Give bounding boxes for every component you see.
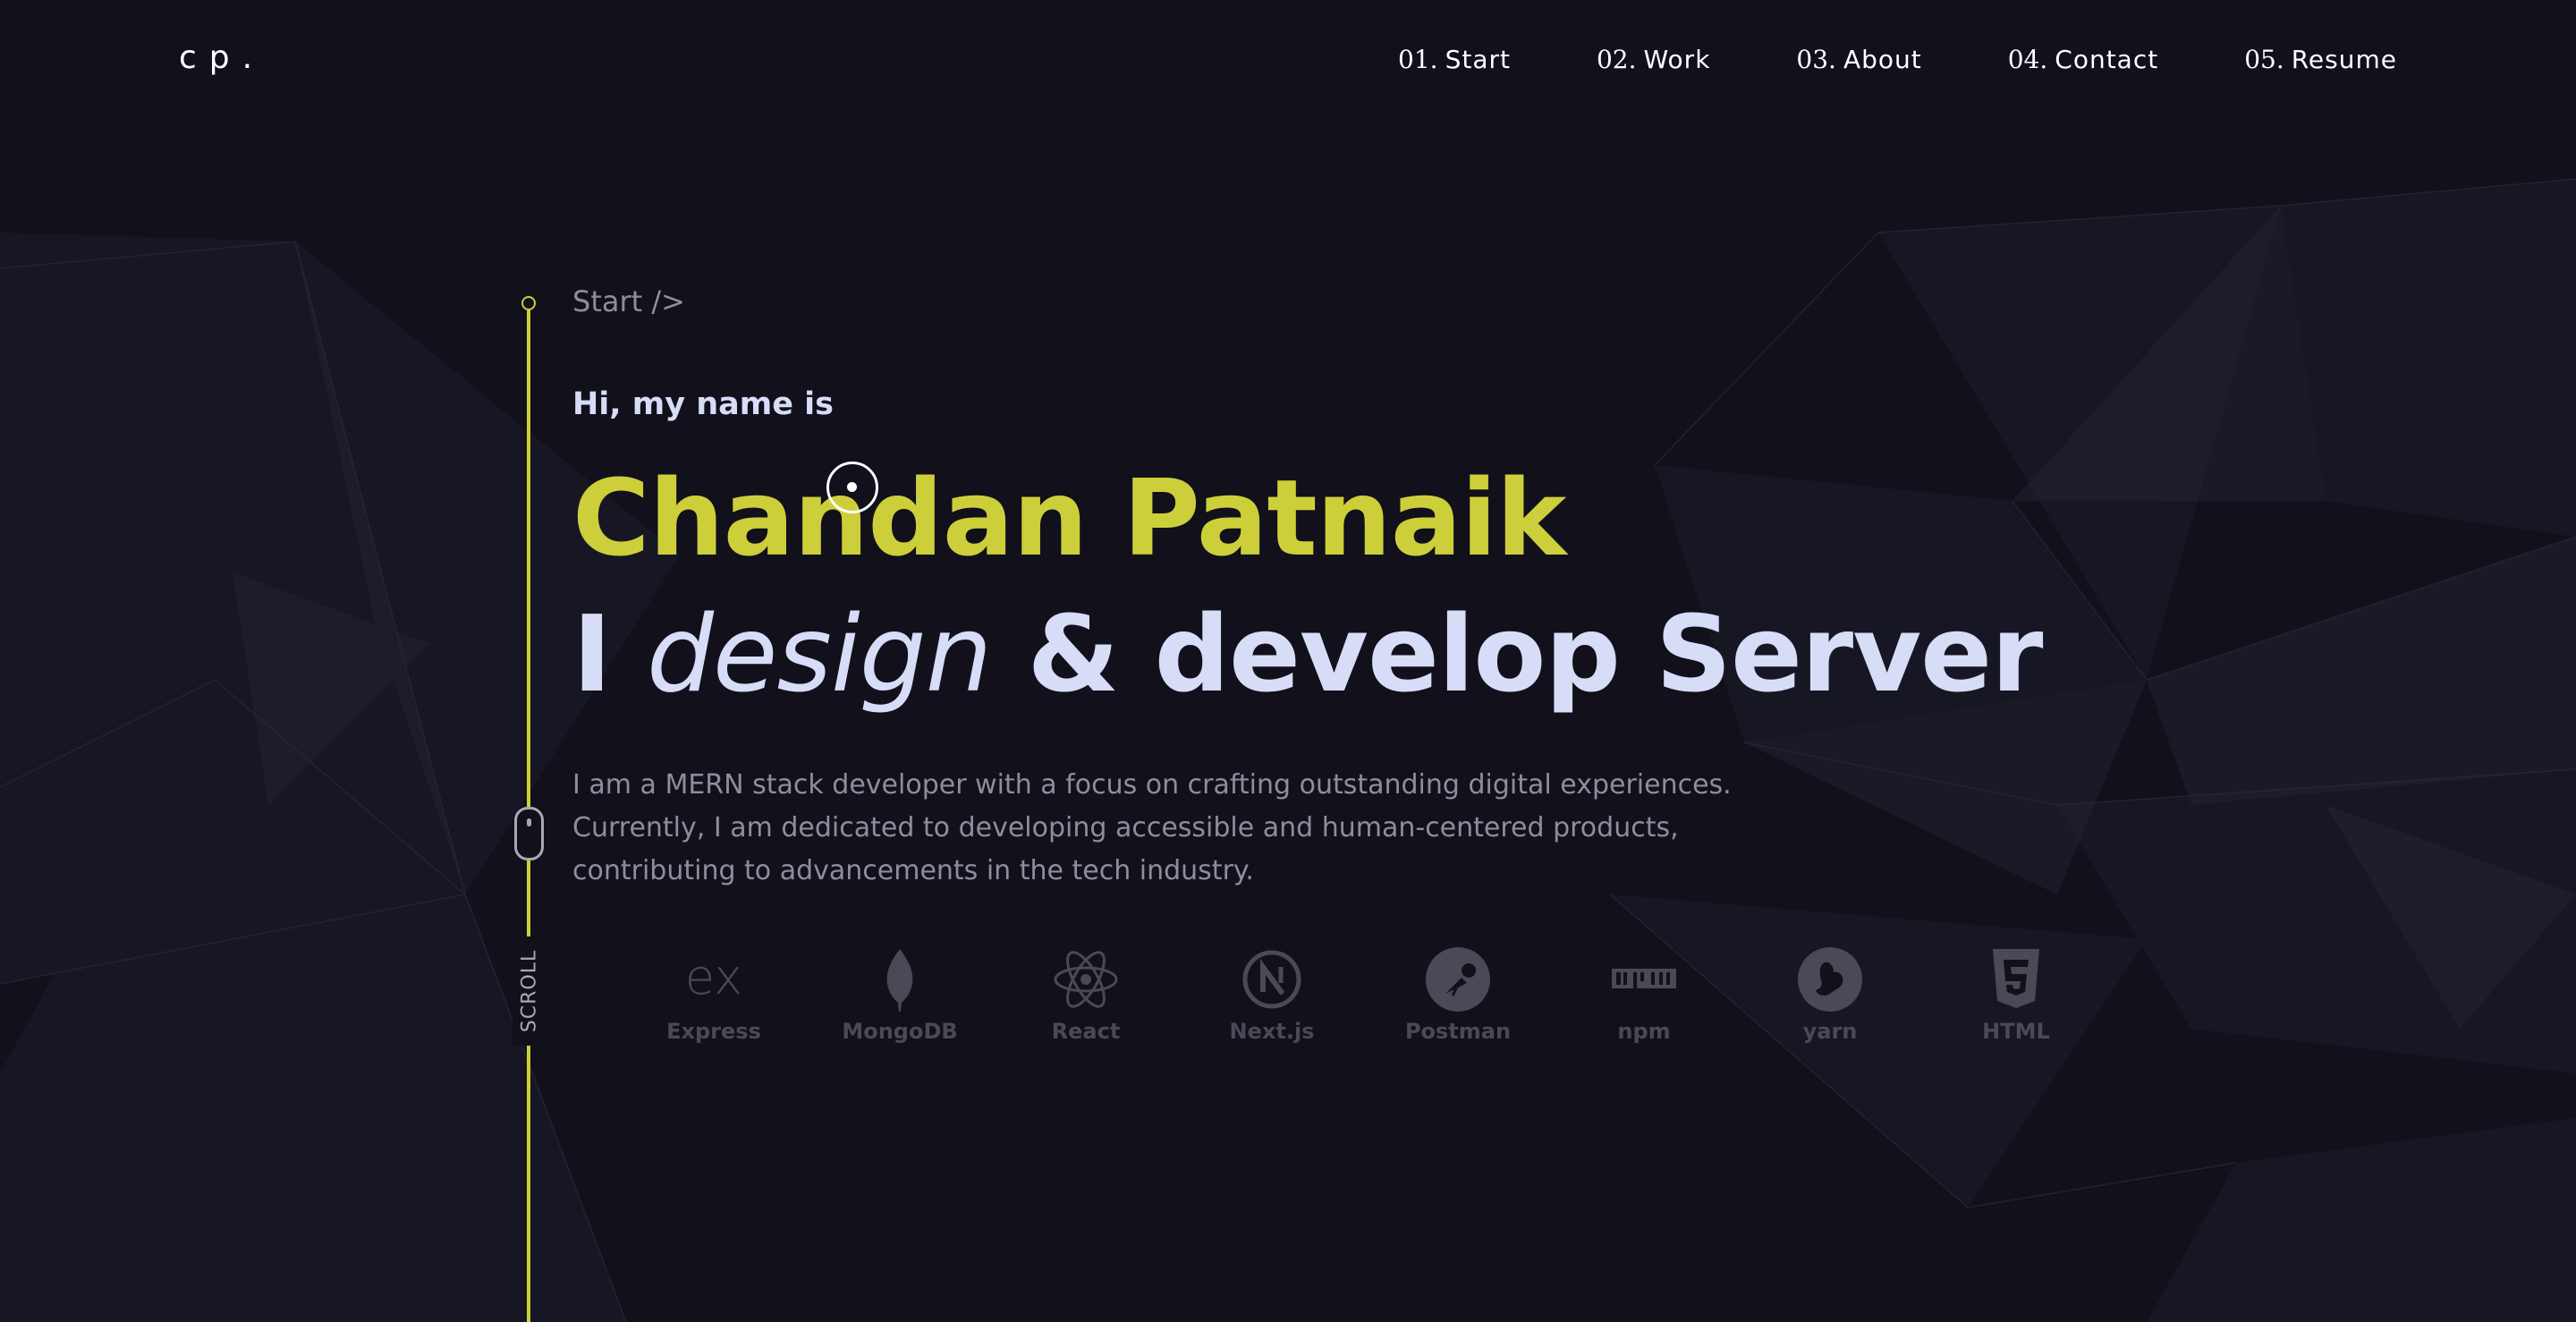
mouse-wheel bbox=[527, 818, 531, 826]
tech-item-mongodb: MongoDB bbox=[833, 944, 967, 1044]
tech-label: npm bbox=[1617, 1019, 1671, 1044]
tagline-emphasis: design bbox=[647, 592, 992, 716]
html5-icon bbox=[1993, 949, 2039, 1008]
tech-label: Next.js bbox=[1229, 1019, 1315, 1044]
cursor-dot bbox=[847, 482, 857, 492]
top-navigation: cp. 01. Start 02. Work 03. About 04. Contact… bbox=[0, 0, 2576, 125]
svg-text:ex: ex bbox=[685, 949, 742, 1005]
section-tag: Start /> bbox=[572, 284, 685, 318]
mouse-scroll-icon[interactable] bbox=[514, 807, 544, 860]
nav-link-label: Contact bbox=[2055, 45, 2159, 74]
nav-link-label: Resume bbox=[2291, 45, 2397, 74]
nav-link-resume[interactable]: 05. Resume bbox=[2244, 45, 2397, 74]
hero-tagline: I design & develop Server bbox=[572, 592, 2044, 716]
description-line: Currently, I am dedicated to developing … bbox=[572, 812, 1679, 843]
tech-label: Postman bbox=[1404, 1019, 1512, 1044]
mongodb-icon bbox=[886, 949, 913, 1012]
tech-label: React bbox=[1051, 1019, 1121, 1044]
tech-item-nextjs: Next.js bbox=[1205, 944, 1339, 1044]
nav-link-label: Start bbox=[1445, 45, 1511, 74]
nav-link-label: About bbox=[1843, 45, 1922, 74]
nav-links: 01. Start 02. Work 03. About 04. Contact 05.… bbox=[1398, 45, 2397, 74]
tech-label: MongoDB bbox=[842, 1019, 958, 1044]
nav-link-label: Work bbox=[1643, 45, 1711, 74]
tagline-suffix: & develop Server bbox=[1027, 592, 2044, 716]
tech-item-postman: Postman bbox=[1391, 944, 1525, 1044]
site-logo[interactable]: cp. bbox=[179, 39, 265, 76]
tech-item-yarn: yarn bbox=[1763, 944, 1897, 1044]
tech-label: yarn bbox=[1802, 1019, 1858, 1044]
tech-item-npm: npm bbox=[1577, 944, 1711, 1044]
nextjs-icon bbox=[1242, 950, 1301, 1009]
tech-label: HTML bbox=[1982, 1019, 2050, 1044]
nav-link-number: 03. bbox=[1796, 45, 1836, 74]
nav-link-number: 02. bbox=[1596, 45, 1637, 74]
tagline-prefix: I bbox=[572, 592, 612, 716]
description-line: I am a MERN stack developer with a focus… bbox=[572, 769, 1732, 801]
nav-link-contact[interactable]: 04. Contact bbox=[2008, 45, 2158, 74]
scroll-indicator[interactable]: SCROLL bbox=[513, 936, 547, 1046]
description-line: contributing to advancements in the tech… bbox=[572, 855, 1254, 886]
timeline-start-dot bbox=[521, 296, 536, 310]
tech-item-html: HTML bbox=[1949, 944, 2083, 1044]
nav-link-start[interactable]: 01. Start bbox=[1398, 45, 1511, 74]
express-icon: ex bbox=[685, 949, 742, 1005]
tech-item-react: React bbox=[1019, 944, 1153, 1044]
tech-stack: ex Express MongoDB React Next.js Postman… bbox=[572, 944, 2093, 1051]
nav-link-about[interactable]: 03. About bbox=[1796, 45, 1921, 74]
scroll-label: SCROLL bbox=[518, 949, 541, 1033]
hero-description: I am a MERN stack developer with a focus… bbox=[572, 764, 1771, 893]
react-icon bbox=[1054, 951, 1118, 1008]
nav-link-number: 01. bbox=[1398, 45, 1438, 74]
nav-link-work[interactable]: 02. Work bbox=[1597, 45, 1710, 74]
hero-name: Chandan Patnaik bbox=[572, 456, 1566, 580]
npm-icon bbox=[1612, 969, 1676, 988]
nav-link-number: 05. bbox=[2244, 45, 2284, 74]
yarn-icon bbox=[1798, 947, 1862, 1012]
postman-icon bbox=[1426, 947, 1490, 1012]
tech-item-express: ex Express bbox=[647, 944, 781, 1044]
nav-link-number: 04. bbox=[2007, 45, 2048, 74]
tech-label: Express bbox=[666, 1019, 761, 1044]
hero-greeting: Hi, my name is bbox=[572, 386, 834, 422]
